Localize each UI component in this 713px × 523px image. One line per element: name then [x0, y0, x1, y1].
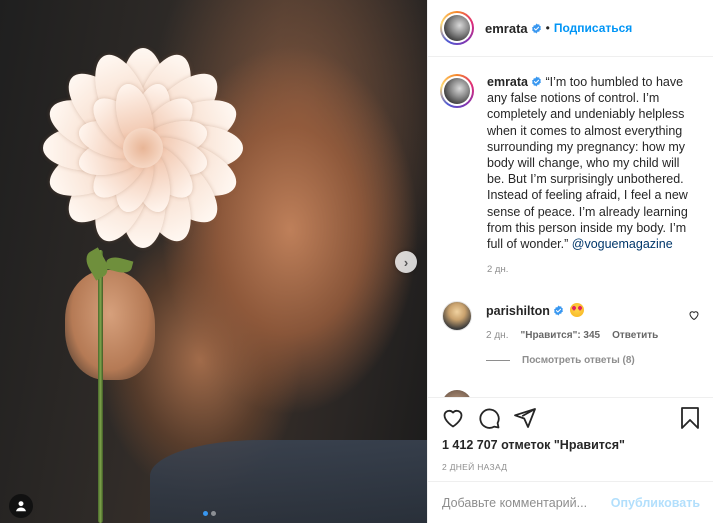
comment-meta: 2 дн. "Нравится": 345 Ответить	[486, 330, 658, 341]
caption-text-block: emrata “I’m too humbled to have any fals…	[487, 74, 700, 252]
chevron-right-icon: ›	[403, 254, 409, 270]
view-replies-label: Посмотреть ответы (8)	[522, 355, 635, 367]
next-photo-button[interactable]: ›	[395, 251, 417, 273]
commenter-avatar[interactable]	[442, 301, 472, 332]
photo-hand	[65, 270, 155, 380]
verified-badge-icon	[553, 305, 563, 316]
photo-jeans	[150, 440, 427, 523]
replies-divider	[486, 360, 510, 362]
user-tag-icon	[16, 501, 26, 512]
reply-button[interactable]: Ответить	[612, 330, 658, 341]
user-tag-button[interactable]	[9, 494, 33, 518]
publish-button[interactable]: Опубликовать	[611, 496, 700, 510]
author-username[interactable]: emrata	[485, 21, 528, 36]
commenter-username[interactable]: parishilton	[486, 304, 550, 318]
comment-likes[interactable]: "Нравится": 345	[520, 330, 600, 341]
comments-list[interactable]: emrata “I’m too humbled to have any fals…	[428, 58, 713, 397]
carousel-dot-active	[203, 511, 208, 516]
comment-icon[interactable]	[477, 406, 501, 430]
comment-item: parishilton 2 дн. "Нравится": 345 Ответи…	[428, 275, 713, 341]
share-icon[interactable]	[513, 406, 537, 430]
comment-input[interactable]	[442, 495, 611, 510]
next-commenter-avatar[interactable]	[442, 390, 472, 397]
post-date[interactable]: 2 ДНЕЙ НАЗАД	[428, 462, 713, 472]
comment-line: parishilton	[486, 303, 658, 318]
action-icon-row	[428, 398, 713, 438]
post-side-panel: emrata • Подписаться emrata “I’m too hum…	[427, 0, 713, 523]
smiling-face-with-hearts-icon	[570, 303, 585, 318]
view-replies-button[interactable]: Посмотреть ответы (8)	[486, 355, 713, 366]
caption-time[interactable]: 2 дн.	[487, 264, 713, 275]
flower-center	[122, 127, 163, 168]
caption-author-avatar[interactable]	[440, 74, 474, 108]
heart-icon[interactable]	[441, 406, 465, 430]
add-comment-bar: Опубликовать	[428, 481, 713, 523]
verified-badge-icon	[531, 22, 541, 34]
like-count[interactable]: 1 412 707 отметок "Нравится"	[428, 438, 713, 452]
post-caption: emrata “I’m too humbled to have any fals…	[428, 58, 713, 252]
post-photo[interactable]: ›	[0, 0, 427, 523]
caption-text: “I’m too humbled to have any false notio…	[487, 75, 688, 252]
post-header: emrata • Подписаться	[428, 0, 713, 57]
photo-dahlia-flower	[35, 40, 250, 255]
bookmark-icon[interactable]	[678, 406, 702, 430]
verified-badge-icon	[532, 76, 541, 87]
photo-flower-stem	[98, 250, 103, 523]
comment-like-heart-icon[interactable]	[688, 309, 700, 321]
author-avatar[interactable]	[440, 11, 474, 45]
caption-mention-link[interactable]: @voguemagazine	[572, 237, 673, 251]
follow-button[interactable]: Подписаться	[554, 21, 632, 35]
header-separator: •	[545, 21, 550, 35]
carousel-indicator	[203, 511, 216, 516]
post-actions: 1 412 707 отметок "Нравится" 2 ДНЕЙ НАЗА…	[428, 397, 713, 481]
comment-time[interactable]: 2 дн.	[486, 330, 508, 341]
carousel-dot	[211, 511, 216, 516]
caption-username[interactable]: emrata	[487, 75, 528, 89]
